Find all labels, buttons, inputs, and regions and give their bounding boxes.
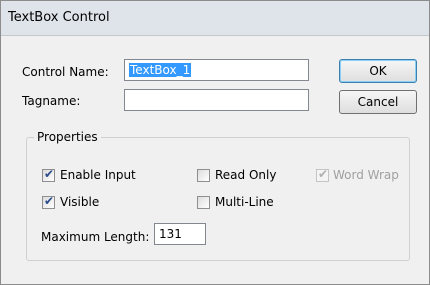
read-only-checkbox[interactable] bbox=[197, 169, 210, 182]
properties-legend: Properties bbox=[34, 130, 101, 144]
visible-checkbox[interactable] bbox=[42, 194, 55, 209]
cancel-button[interactable]: Cancel bbox=[339, 90, 417, 114]
control-name-input[interactable]: TextBox_1 bbox=[124, 59, 309, 81]
enable-input-label: Enable Input bbox=[60, 168, 136, 182]
title-bar: TextBox Control bbox=[1, 1, 429, 36]
window-title: TextBox Control bbox=[8, 10, 110, 25]
enable-input-checkbox[interactable] bbox=[42, 167, 55, 182]
maximum-length-input[interactable]: 131 bbox=[154, 223, 206, 245]
word-wrap-checkbox[interactable] bbox=[316, 167, 329, 182]
control-name-label: Control Name: bbox=[22, 65, 109, 79]
multi-line-checkbox[interactable] bbox=[197, 196, 210, 209]
word-wrap-label: Word Wrap bbox=[333, 168, 399, 182]
tagname-input[interactable] bbox=[124, 89, 309, 111]
control-name-value: TextBox_1 bbox=[129, 63, 192, 77]
visible-label: Visible bbox=[60, 195, 100, 209]
read-only-label: Read Only bbox=[215, 168, 277, 182]
multi-line-label: Multi-Line bbox=[215, 195, 274, 209]
maximum-length-label: Maximum Length: bbox=[41, 230, 150, 244]
ok-button[interactable]: OK bbox=[339, 59, 417, 83]
tagname-label: Tagname: bbox=[22, 94, 81, 108]
dialog-window: TextBox Control Control Name: TextBox_1 … bbox=[0, 0, 430, 285]
